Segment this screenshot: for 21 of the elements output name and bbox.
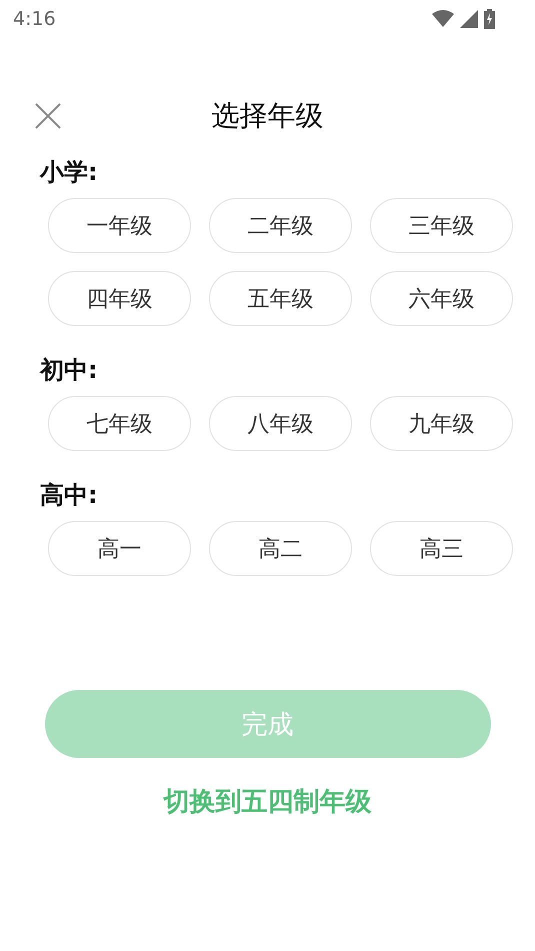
grade-option[interactable]: 七年级 [48,396,191,451]
status-time: 4:16 [13,8,56,30]
section-label: 高中: [40,480,98,511]
grade-option[interactable]: 高一 [48,521,191,576]
grade-option[interactable]: 九年级 [370,396,513,451]
grade-option[interactable]: 八年级 [209,396,352,451]
grade-option[interactable]: 五年级 [209,271,352,326]
battery-charging-icon [484,9,495,29]
grade-option[interactable]: 高三 [370,521,513,576]
wifi-icon [432,10,454,28]
section-label: 初中: [40,355,98,386]
section-label: 小学: [40,157,98,188]
signal-icon [460,10,478,28]
close-icon[interactable] [35,103,61,129]
page-title: 选择年级 [212,98,324,134]
grade-option[interactable]: 六年级 [370,271,513,326]
grade-option[interactable]: 三年级 [370,198,513,253]
grade-option[interactable]: 高二 [209,521,352,576]
grade-option[interactable]: 二年级 [209,198,352,253]
grade-option[interactable]: 四年级 [48,271,191,326]
grade-option[interactable]: 一年级 [48,198,191,253]
